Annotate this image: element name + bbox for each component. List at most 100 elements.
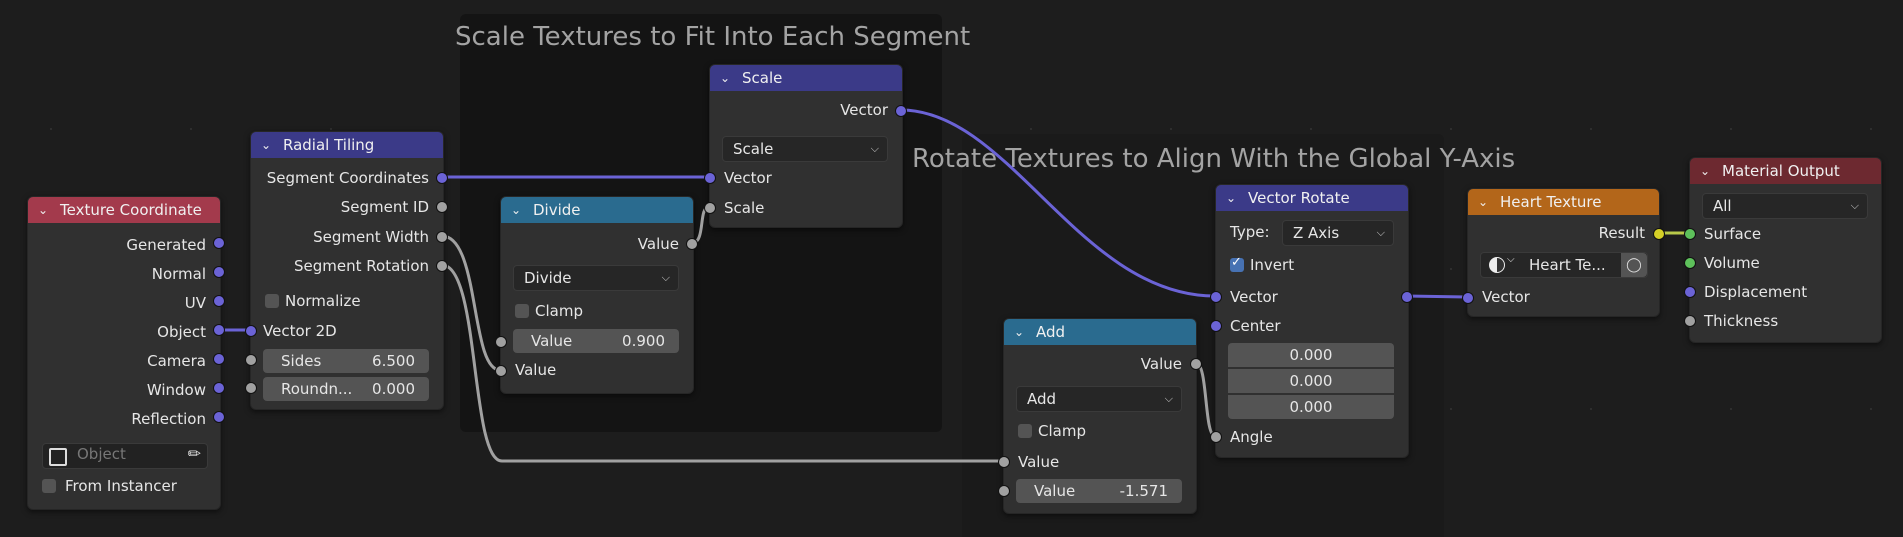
socket-divide-output[interactable] [686,238,698,250]
node-header[interactable]: ⌄ Vector Rotate [1216,185,1408,211]
from-instancer-label: From Instancer [65,477,177,495]
chevron-down-icon[interactable]: ⌄ [1014,325,1030,339]
socket-segment-id[interactable] [436,201,448,213]
socket-vectorrotate-output[interactable] [1401,291,1413,303]
value-field[interactable]: Value -1.571 [1016,479,1182,503]
socket-divide-value-a[interactable] [495,336,507,348]
center-y-value: 0.000 [1289,372,1333,390]
center-z-field[interactable]: 0.000 [1228,395,1394,419]
sides-field[interactable]: Sides 6.500 [263,349,429,373]
node-group-selector[interactable]: ⌵ Heart Te... ◯ [1480,252,1648,278]
node-vector-rotate[interactable]: ⌄ Vector Rotate Type: Z Axis ⌵ Invert Ve… [1215,184,1409,458]
socket-roundness[interactable] [245,382,257,394]
eyedropper-icon[interactable]: ✏ [188,444,201,463]
from-instancer-checkbox[interactable] [42,479,56,493]
operation-value: Divide [524,269,572,287]
socket-add-value-b[interactable] [998,485,1010,497]
output-segment-id: Segment ID [340,198,429,216]
node-header[interactable]: ⌄ Scale [710,65,902,91]
socket-segment-rotation[interactable] [436,260,448,272]
chevron-down-icon[interactable]: ⌄ [1478,195,1494,209]
clamp-checkbox[interactable] [515,304,529,318]
node-material-output[interactable]: ⌄ Material Output All ⌵ Surface Volume D… [1689,157,1882,343]
output-uv: UV [184,294,206,312]
node-header[interactable]: ⌄ Texture Coordinate [28,197,220,223]
socket-scale-output[interactable] [895,105,907,117]
node-header[interactable]: ⌄ Heart Texture [1468,189,1659,215]
chevron-down-icon[interactable]: ⌄ [1700,164,1716,178]
socket-sides[interactable] [245,354,257,366]
node-divide[interactable]: ⌄ Divide Value Divide ⌵ Clamp Value 0.90… [500,196,694,394]
node-heart-texture[interactable]: ⌄ Heart Texture Result ⌵ Heart Te... ◯ V… [1467,188,1660,317]
clamp-label: Clamp [535,302,583,320]
node-header[interactable]: ⌄ Radial Tiling [251,132,443,158]
output-value: Value [1140,355,1182,373]
chevron-down-icon[interactable]: ⌄ [720,71,736,85]
input-vector: Vector [1230,288,1278,306]
socket-window[interactable] [213,382,225,394]
target-value: All [1713,197,1732,215]
operation-dropdown[interactable]: Divide ⌵ [513,265,679,291]
type-dropdown[interactable]: Z Axis ⌵ [1282,220,1394,246]
normalize-checkbox[interactable] [265,294,279,308]
output-value: Value [637,235,679,253]
chevron-down-icon[interactable]: ⌄ [261,138,277,152]
chevron-down-icon[interactable]: ⌄ [1226,191,1242,205]
socket-heart-vector[interactable] [1462,292,1474,304]
operation-dropdown[interactable]: Scale ⌵ [722,136,888,162]
socket-vector-2d[interactable] [245,325,257,337]
node-header[interactable]: ⌄ Add [1004,319,1196,345]
socket-uv[interactable] [213,295,225,307]
chevron-down-icon: ⌵ [661,271,670,284]
socket-scale-vector[interactable] [704,172,716,184]
socket-add-output[interactable] [1190,358,1202,370]
socket-divide-value-b[interactable] [495,365,507,377]
operation-value: Scale [733,140,774,158]
node-scale[interactable]: ⌄ Scale Vector Scale ⌵ Vector Scale [709,64,903,228]
fake-user-shield-icon[interactable]: ◯ [1621,253,1647,277]
chevron-down-icon[interactable]: ⌄ [511,203,527,217]
roundness-field[interactable]: Roundn... 0.000 [263,377,429,401]
socket-vectorrotate-angle[interactable] [1210,431,1222,443]
socket-add-value-a[interactable] [998,456,1010,468]
chevron-down-icon[interactable]: ⌄ [38,203,54,217]
value-field[interactable]: Value 0.900 [513,329,679,353]
socket-generated[interactable] [213,237,225,249]
center-x-value: 0.000 [1289,346,1333,364]
socket-reflection[interactable] [213,411,225,423]
socket-segment-width[interactable] [436,231,448,243]
node-group-icon[interactable] [1489,257,1505,273]
socket-surface[interactable] [1684,228,1696,240]
socket-scale-scale[interactable] [704,202,716,214]
object-picker-field[interactable]: Object ✏ [42,443,208,469]
node-header[interactable]: ⌄ Divide [501,197,693,223]
socket-camera[interactable] [213,353,225,365]
socket-normal[interactable] [213,266,225,278]
normalize-label: Normalize [285,292,361,310]
node-header[interactable]: ⌄ Material Output [1690,158,1881,184]
target-dropdown[interactable]: All ⌵ [1702,193,1868,219]
socket-volume[interactable] [1684,257,1696,269]
node-title: Radial Tiling [283,136,375,154]
input-volume: Volume [1704,254,1760,272]
invert-checkbox[interactable] [1230,255,1244,272]
group-name: Heart Te... [1529,256,1606,274]
output-vector: Vector [840,101,888,119]
input-angle: Angle [1230,428,1273,446]
center-x-field[interactable]: 0.000 [1228,343,1394,367]
socket-heart-result[interactable] [1653,228,1665,240]
node-radial-tiling[interactable]: ⌄ Radial Tiling Segment Coordinates Segm… [250,131,444,410]
socket-displacement[interactable] [1684,286,1696,298]
clamp-checkbox[interactable] [1018,424,1032,438]
center-y-field[interactable]: 0.000 [1228,369,1394,393]
socket-vectorrotate-center[interactable] [1210,320,1222,332]
chevron-down-icon: ⌵ [1376,226,1385,239]
socket-object[interactable] [213,324,225,336]
node-add[interactable]: ⌄ Add Value Add ⌵ Clamp Value Value -1.5… [1003,318,1197,514]
socket-thickness[interactable] [1684,315,1696,327]
operation-dropdown[interactable]: Add ⌵ [1016,386,1182,412]
socket-segment-coordinates[interactable] [436,172,448,184]
value-value: -1.571 [1119,482,1168,500]
socket-vectorrotate-vector[interactable] [1210,291,1222,303]
node-texture-coordinate[interactable]: ⌄ Texture Coordinate Generated Normal UV… [27,196,221,510]
